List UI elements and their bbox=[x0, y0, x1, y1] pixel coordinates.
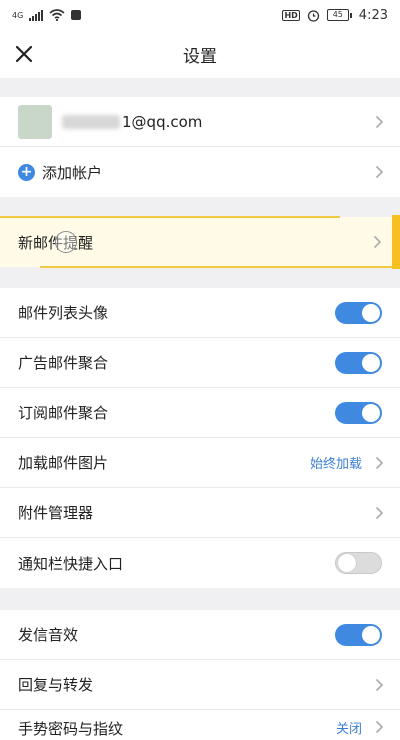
mail-settings-section: 邮件列表头像 广告邮件聚合 订阅邮件聚合 加载邮件图片 始终加载 附件管理器 通… bbox=[0, 288, 400, 588]
gesture-password-label: 手势密码与指纹 bbox=[18, 720, 124, 738]
chevron-right-icon bbox=[375, 720, 384, 734]
load-images-value: 始终加载 bbox=[309, 457, 362, 472]
reply-forward-row[interactable]: 回复与转发 bbox=[0, 660, 400, 710]
avatar bbox=[18, 104, 52, 139]
list-avatar-toggle[interactable] bbox=[335, 301, 382, 324]
page-title: 设置 bbox=[183, 46, 217, 67]
touch-indicator bbox=[55, 231, 77, 253]
highlight-line-top bbox=[0, 216, 340, 218]
plus-icon: + bbox=[18, 163, 35, 181]
new-mail-notification-row[interactable]: 新邮件提醒 bbox=[0, 215, 400, 269]
chevron-right-icon bbox=[375, 678, 384, 691]
ad-mail-aggregate-toggle[interactable] bbox=[335, 351, 382, 374]
highlight-line-bottom bbox=[40, 266, 400, 268]
chevron-right-icon bbox=[373, 235, 382, 249]
send-sound-toggle[interactable] bbox=[335, 623, 382, 646]
gesture-password-value: 关闭 bbox=[335, 722, 362, 737]
battery-level: 45 bbox=[326, 9, 349, 21]
notification-shortcut-row: 通知栏快捷入口 bbox=[0, 538, 400, 588]
clock-time: 4:23 bbox=[358, 7, 388, 23]
notification-section: 新邮件提醒 bbox=[0, 215, 400, 269]
email-redacted bbox=[62, 114, 120, 129]
notification-shortcut-toggle[interactable] bbox=[335, 552, 382, 574]
load-images-row[interactable]: 加载邮件图片 始终加载 bbox=[0, 438, 400, 488]
chevron-right-icon bbox=[375, 506, 384, 519]
account-section: 1@qq.com + 添加帐户 bbox=[0, 97, 400, 197]
highlight-edge bbox=[392, 215, 400, 269]
status-left: 4G bbox=[12, 9, 82, 21]
gesture-password-row[interactable]: 手势密码与指纹 关闭 bbox=[0, 710, 400, 740]
reply-forward-label: 回复与转发 bbox=[18, 676, 94, 694]
chevron-right-icon bbox=[375, 115, 384, 128]
other-settings-section: 发信音效 回复与转发 手势密码与指纹 关闭 bbox=[0, 610, 400, 740]
send-sound-label: 发信音效 bbox=[18, 626, 79, 644]
chevron-right-icon bbox=[375, 165, 384, 179]
add-account-row[interactable]: + 添加帐户 bbox=[0, 147, 400, 197]
account-email: 1@qq.com bbox=[122, 112, 203, 131]
status-bar: 4G HD 45 4:23 bbox=[0, 0, 400, 30]
send-sound-row: 发信音效 bbox=[0, 610, 400, 660]
add-account-label: 添加帐户 bbox=[42, 163, 103, 182]
attachment-manager-row[interactable]: 附件管理器 bbox=[0, 488, 400, 538]
account-row[interactable]: 1@qq.com bbox=[0, 97, 400, 147]
subscription-aggregate-row: 订阅邮件聚合 bbox=[0, 388, 400, 438]
battery-icon: 45 bbox=[326, 9, 352, 21]
list-avatar-row: 邮件列表头像 bbox=[0, 288, 400, 338]
message-icon bbox=[71, 10, 82, 20]
signal-icon bbox=[29, 9, 44, 21]
notification-shortcut-label: 通知栏快捷入口 bbox=[18, 554, 124, 573]
status-right: HD 45 4:23 bbox=[282, 8, 388, 23]
subscription-aggregate-label: 订阅邮件聚合 bbox=[18, 404, 109, 422]
subscription-aggregate-toggle[interactable] bbox=[335, 401, 382, 424]
alarm-icon bbox=[307, 9, 319, 22]
top-header: 设置 bbox=[0, 30, 400, 78]
chevron-right-icon bbox=[375, 456, 384, 469]
close-icon[interactable] bbox=[12, 42, 36, 66]
attachment-manager-label: 附件管理器 bbox=[18, 504, 94, 522]
list-avatar-label: 邮件列表头像 bbox=[18, 304, 109, 322]
ad-mail-aggregate-label: 广告邮件聚合 bbox=[18, 354, 109, 372]
wifi-icon bbox=[49, 9, 65, 21]
signal-label: 4G bbox=[12, 10, 24, 20]
hd-badge: HD bbox=[282, 9, 300, 21]
ad-mail-aggregate-row: 广告邮件聚合 bbox=[0, 338, 400, 388]
